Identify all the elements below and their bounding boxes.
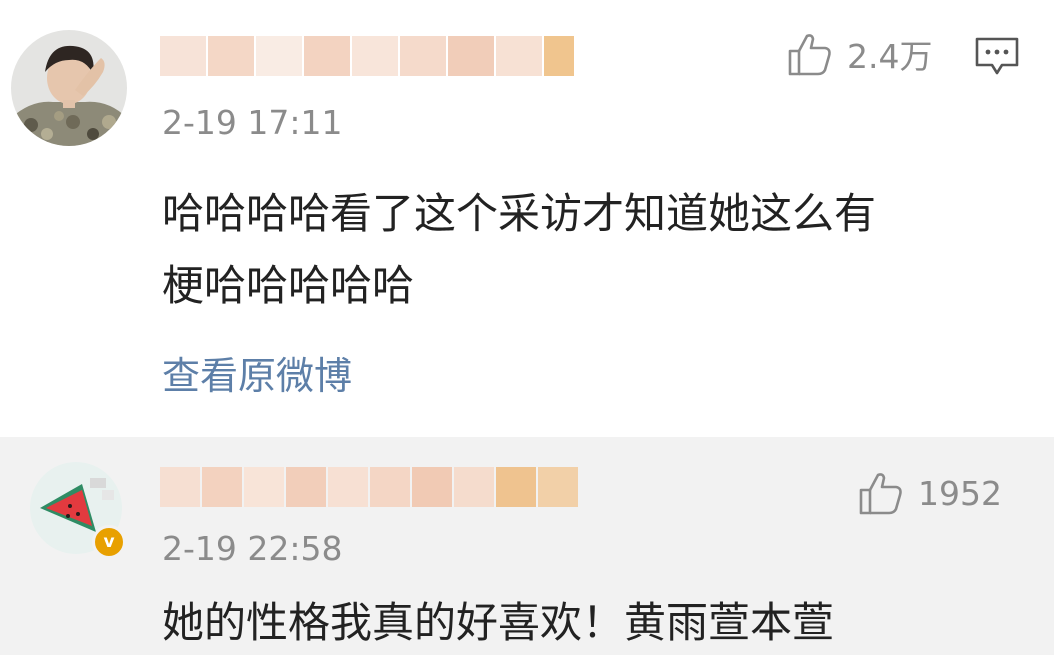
- verified-badge: v: [92, 525, 126, 559]
- like-button[interactable]: 1952: [858, 469, 1002, 517]
- mosaic-block: [538, 467, 578, 507]
- mosaic-block: [352, 36, 398, 76]
- username-redacted[interactable]: [160, 36, 576, 76]
- comment-timestamp: 2-19 17:11: [162, 103, 343, 142]
- comment-text: 她的性格我真的好喜欢！黄雨萱本萱: [162, 587, 834, 655]
- mosaic-block: [544, 36, 574, 76]
- comment-feed: 2-19 17:11 2.4万 哈哈哈哈看了这个采访才知道她这么有 梗哈哈哈哈哈…: [0, 0, 1054, 655]
- mosaic-block: [304, 36, 350, 76]
- mosaic-block: [160, 36, 206, 76]
- comment-text-line: 梗哈哈哈哈哈: [162, 261, 415, 310]
- mosaic-block: [256, 36, 302, 76]
- mosaic-block: [496, 36, 542, 76]
- comment-bubble-icon[interactable]: [974, 36, 1020, 78]
- mosaic-block: [286, 467, 326, 507]
- comment-text-line: 哈哈哈哈看了这个采访才知道她这么有: [162, 189, 877, 238]
- mosaic-block: [448, 36, 494, 76]
- mosaic-block: [328, 467, 368, 507]
- comment-item: v 2-19 22:58 1952 她的性格我真的好喜欢！黄雨萱本萱: [0, 437, 1054, 655]
- thumbs-up-icon: [859, 473, 902, 515]
- view-original-link[interactable]: 查看原微博: [162, 350, 352, 402]
- comment-item: 2-19 17:11 2.4万 哈哈哈哈看了这个采访才知道她这么有 梗哈哈哈哈哈…: [0, 0, 1054, 437]
- mosaic-block: [370, 467, 410, 507]
- mosaic-block: [202, 467, 242, 507]
- thumbs-up-icon: [788, 34, 831, 76]
- mosaic-block: [160, 467, 200, 507]
- comment-text-line: 她的性格我真的好喜欢！黄雨萱本萱: [162, 598, 835, 647]
- mosaic-block: [244, 467, 284, 507]
- like-button[interactable]: 2.4万: [787, 30, 932, 78]
- like-count: 2.4万: [847, 37, 933, 76]
- comment-text: 哈哈哈哈看了这个采访才知道她这么有 梗哈哈哈哈哈: [162, 178, 876, 322]
- username-redacted[interactable]: [160, 467, 580, 507]
- mosaic-block: [400, 36, 446, 76]
- comment-timestamp: 2-19 22:58: [162, 529, 343, 568]
- mosaic-block: [208, 36, 254, 76]
- mosaic-block: [454, 467, 494, 507]
- avatar[interactable]: [11, 30, 127, 146]
- like-count: 1952: [918, 473, 1002, 513]
- mosaic-block: [496, 467, 536, 507]
- mosaic-block: [412, 467, 452, 507]
